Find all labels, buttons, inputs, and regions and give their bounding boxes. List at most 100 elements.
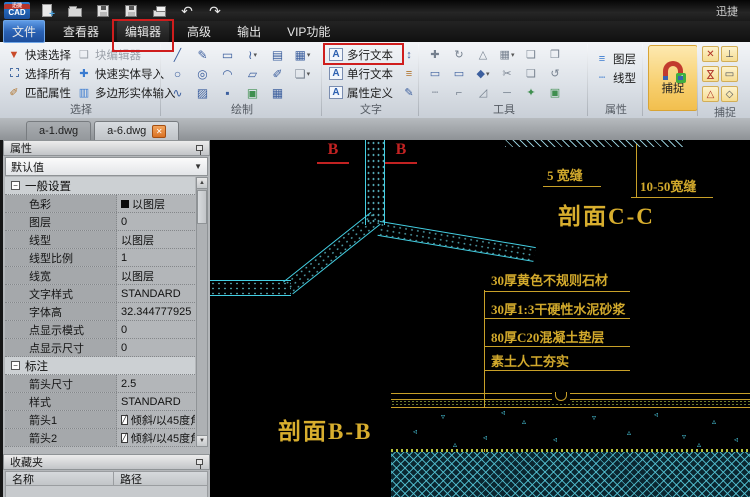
explode-icon[interactable]: ✦	[519, 83, 543, 102]
group-icon[interactable]: ❐	[543, 45, 567, 64]
rotate-icon[interactable]: ↻	[447, 45, 471, 64]
move-icon[interactable]: ✚	[423, 45, 447, 64]
trim-icon[interactable]: ✂	[495, 64, 519, 83]
favorites-col-path[interactable]: 路径	[114, 472, 207, 485]
copy-props-icon[interactable]: ❏	[519, 45, 543, 64]
multiline-text-button[interactable]: A多行文本	[326, 45, 402, 64]
collapse-icon[interactable]: −	[11, 181, 20, 190]
image-icon[interactable]: ▤	[265, 45, 290, 64]
measure-icon[interactable]: ┄	[423, 83, 447, 102]
circle-icon[interactable]: ○	[165, 64, 190, 83]
collapse-icon[interactable]: −	[11, 361, 20, 370]
new-file-button[interactable]	[36, 2, 58, 20]
curve-icon[interactable]: ≀▾	[240, 45, 265, 64]
rectangle-icon[interactable]: ▭	[215, 45, 240, 64]
scroll-down-icon[interactable]: ▼	[197, 435, 207, 446]
property-group-row[interactable]: −标注	[5, 357, 195, 375]
snap-midpoint-icon[interactable]: ⋈	[702, 66, 719, 82]
property-row[interactable]: 样式STANDARD	[5, 393, 195, 411]
property-row[interactable]: 箭头2╱倾斜/以45度角	[5, 429, 195, 447]
mirror-icon[interactable]: △	[471, 45, 495, 64]
quick-select-button[interactable]: ▼快速选择	[4, 45, 74, 64]
pin-icon[interactable]	[196, 459, 203, 465]
match-properties-button[interactable]: ✐匹配属性	[4, 83, 74, 102]
menu-file[interactable]: 文件	[3, 20, 45, 43]
layer-button[interactable]: ≡图层	[592, 49, 640, 68]
ribbon: ▼快速选择 选择所有 ✐匹配属性 ❑块编辑器 ✚快速实体导入 ▥多边形实体输入 …	[0, 42, 750, 118]
spline-icon[interactable]: ∿	[165, 83, 190, 102]
menu-output[interactable]: 输出	[229, 21, 269, 42]
snap-rectangle-icon[interactable]: ▭	[721, 66, 738, 82]
copy-icon[interactable]: ❏▾	[290, 64, 315, 83]
property-row[interactable]: 线宽以图层	[5, 267, 195, 285]
property-row[interactable]: 文字样式STANDARD	[5, 285, 195, 303]
favorites-columns: 名称 路径	[5, 471, 208, 486]
favorites-col-name[interactable]: 名称	[6, 472, 114, 485]
sketch-icon[interactable]: ✐	[265, 64, 290, 83]
text-align-icon[interactable]: ≡	[402, 64, 416, 83]
close-tab-icon[interactable]: ✕	[152, 125, 166, 138]
scrollbar-thumb[interactable]	[197, 190, 207, 224]
menu-advanced[interactable]: 高级	[179, 21, 219, 42]
arc-icon[interactable]: ◠	[215, 64, 240, 83]
raster-image-icon[interactable]: ▣	[240, 83, 265, 102]
extend-icon[interactable]: ─	[495, 83, 519, 102]
group-label-draw: 绘制	[165, 103, 319, 118]
menu-vip[interactable]: VIP功能	[279, 21, 338, 42]
preset-dropdown[interactable]: 默认值 ▼	[5, 157, 208, 176]
menu-viewer[interactable]: 查看器	[55, 21, 107, 42]
offset-icon[interactable]: ❏	[519, 64, 543, 83]
hatch-icon[interactable]: ▨	[190, 83, 215, 102]
block-icon[interactable]: ▦▾	[290, 45, 315, 64]
cloud-icon[interactable]: ▱	[240, 64, 265, 83]
array-icon[interactable]: ▦▾	[495, 45, 519, 64]
linetype-button[interactable]: ┄线型	[592, 68, 640, 87]
property-row[interactable]: 线型以图层	[5, 231, 195, 249]
property-row[interactable]: 色彩以图层	[5, 195, 195, 213]
text-edit-icon[interactable]: ✎	[402, 83, 416, 102]
property-row[interactable]: 点显示模式0	[5, 321, 195, 339]
redo-button[interactable]: ↷	[204, 2, 226, 20]
doc-tab-a1[interactable]: a-1.dwg	[26, 121, 91, 140]
property-row[interactable]: 线型比例1	[5, 249, 195, 267]
table-icon[interactable]: ▦	[265, 83, 290, 102]
drawing-canvas[interactable]: B B 5 宽缝 10-50宽缝 剖面C-C 30厚黄色不规则石材 30厚1:3…	[210, 140, 750, 497]
save-button[interactable]	[92, 2, 114, 20]
erase-icon[interactable]: ◆▾	[471, 64, 495, 83]
polyline-icon[interactable]: ✎	[190, 45, 215, 64]
properties-scrollbar[interactable]: ▲ ▼	[196, 177, 208, 447]
property-row[interactable]: 字体高32.344777925	[5, 303, 195, 321]
block-insert-icon[interactable]: ▣	[543, 83, 567, 102]
snap-triangle-icon[interactable]: △	[702, 86, 719, 102]
snap-quadrant-icon[interactable]: ◇	[721, 86, 738, 102]
select-all-button[interactable]: 选择所有	[4, 64, 74, 83]
ellipse-icon[interactable]: ◎	[190, 64, 215, 83]
menu-editor[interactable]: 编辑器	[117, 21, 169, 42]
undo-button[interactable]: ↶	[176, 2, 198, 20]
pin-icon[interactable]	[196, 145, 203, 151]
attribute-define-button[interactable]: A属性定义	[326, 83, 402, 102]
point-icon[interactable]: ▪	[215, 83, 240, 102]
property-row[interactable]: 图层0	[5, 213, 195, 231]
chamfer-icon[interactable]: ◿	[471, 83, 495, 102]
undo-mini-icon[interactable]: ↺	[543, 64, 567, 83]
snap-toggle-button[interactable]: ✓ 捕捉	[648, 45, 698, 111]
copy-object-icon[interactable]: ▭	[423, 64, 447, 83]
fillet-icon[interactable]: ⌐	[447, 83, 471, 102]
print-button[interactable]	[148, 2, 170, 20]
text-height-icon[interactable]: ↕	[402, 45, 416, 64]
save-as-button[interactable]	[120, 2, 142, 20]
paste-icon[interactable]: ▭	[447, 64, 471, 83]
property-group-row[interactable]: −一般设置	[5, 177, 195, 195]
line-icon[interactable]: ╱	[165, 45, 190, 64]
property-row[interactable]: 点显示尺寸0	[5, 339, 195, 357]
singleline-text-button[interactable]: A单行文本	[326, 64, 402, 83]
property-row[interactable]: 箭头1╱倾斜/以45度角	[5, 411, 195, 429]
snap-intersection-icon[interactable]: ✕	[702, 46, 719, 62]
scroll-up-icon[interactable]: ▲	[197, 178, 207, 189]
ribbon-group-snap-modes: ✕ ⋈ △ ⊥ ▭ ◇ 捕捉	[698, 42, 750, 118]
property-row[interactable]: 箭头尺寸2.5	[5, 375, 195, 393]
snap-perpendicular-icon[interactable]: ⊥	[721, 46, 738, 62]
open-file-button[interactable]	[64, 2, 86, 20]
doc-tab-a6[interactable]: a-6.dwg ✕	[94, 121, 179, 140]
